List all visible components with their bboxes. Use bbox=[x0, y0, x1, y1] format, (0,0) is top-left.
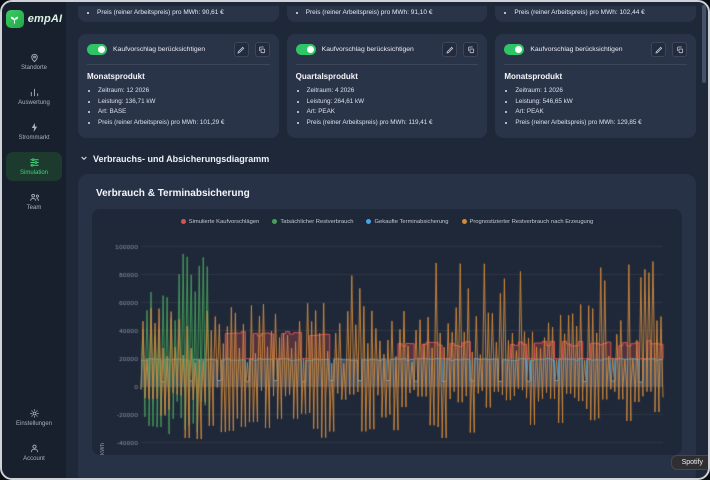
toggle-knob bbox=[307, 46, 314, 53]
sliders-icon bbox=[29, 157, 40, 168]
product-title: Monatsprodukt bbox=[504, 72, 687, 81]
sidebar-item-label: Einstellungen bbox=[16, 421, 52, 427]
product-detail: Preis (reiner Arbeitspreis) pro MWh: 129… bbox=[515, 118, 687, 129]
chart-title: Verbrauch & Terminabsicherung bbox=[96, 188, 682, 199]
chart-panel: Simulierte Kaufvorschlägen Tatsächlicher… bbox=[92, 209, 682, 455]
product-detail: Preis (reiner Arbeitspreis) pro MWh: 119… bbox=[307, 118, 479, 129]
toggle-label: Kaufvorschlag berücksichtigen bbox=[322, 46, 437, 53]
sidebar-item-account[interactable]: Account bbox=[6, 438, 62, 467]
lightning-icon bbox=[29, 122, 40, 133]
plant-icon bbox=[6, 10, 24, 28]
product-detail: Leistung: 546,65 kW bbox=[515, 97, 687, 108]
main-content: Preis (reiner Arbeitspreis) pro MWh: 90,… bbox=[66, 2, 708, 478]
toggle-label: Kaufvorschlag berücksichtigen bbox=[530, 46, 645, 53]
edit-button[interactable] bbox=[442, 42, 457, 57]
product-detail: Zeitraum: 4 2026 bbox=[307, 86, 479, 97]
product-detail: Leistung: 264,61 kW bbox=[307, 97, 479, 108]
sidebar-item-label: Auswertung bbox=[18, 100, 50, 106]
team-icon bbox=[29, 192, 40, 203]
edit-button[interactable] bbox=[651, 42, 666, 57]
bar-chart-icon bbox=[29, 87, 40, 98]
product-title: Monatsprodukt bbox=[87, 72, 270, 81]
legend-dot bbox=[272, 219, 277, 224]
product-detail: Zeitraum: 12 2026 bbox=[98, 86, 270, 97]
proposal-cards: Kaufvorschlag berücksichtigen Monatsprod… bbox=[78, 34, 696, 138]
legend-item[interactable]: Gekaufte Terminabsicherung bbox=[366, 219, 448, 225]
legend-label: Prognostizierter Restverbrauch nach Erze… bbox=[470, 219, 594, 225]
legend-item[interactable]: Prognostizierter Restverbrauch nach Erze… bbox=[462, 219, 594, 225]
section-toggle[interactable]: Verbrauchs- und Absicherungsdiagramm bbox=[80, 154, 694, 164]
price-card: Preis (reiner Arbeitspreis) pro MWh: 102… bbox=[495, 6, 696, 22]
proposal-card: Kaufvorschlag berücksichtigen Monatsprod… bbox=[78, 34, 279, 138]
kaufvorschlag-toggle[interactable] bbox=[296, 44, 316, 55]
sidebar-item-label: Team bbox=[27, 205, 42, 211]
price-line: Preis (reiner Arbeitspreis) pro MWh: 90,… bbox=[97, 9, 271, 16]
sidebar-item-label: Standorte bbox=[21, 65, 47, 71]
person-icon bbox=[29, 443, 40, 454]
sidebar-item-label: Strommarkt bbox=[18, 135, 49, 141]
legend-item[interactable]: Tatsächlicher Restverbrauch bbox=[272, 219, 353, 225]
legend-label: Tatsächlicher Restverbrauch bbox=[280, 219, 353, 225]
chevron-down-icon bbox=[80, 154, 88, 164]
proposal-card: Kaufvorschlag berücksichtigen Monatsprod… bbox=[495, 34, 696, 138]
toggle-knob bbox=[98, 46, 105, 53]
product-title: Quartalsprodukt bbox=[296, 72, 479, 81]
logo-text: empAI bbox=[28, 13, 63, 25]
product-details: Zeitraum: 1 2026 Leistung: 546,65 kW Art… bbox=[504, 86, 687, 129]
kaufvorschlag-toggle[interactable] bbox=[87, 44, 107, 55]
proposal-card: Kaufvorschlag berücksichtigen Quartalspr… bbox=[287, 34, 488, 138]
product-details: Zeitraum: 12 2026 Leistung: 136,71 kW Ar… bbox=[87, 86, 270, 129]
legend-item[interactable]: Simulierte Kaufvorschlägen bbox=[181, 219, 260, 225]
price-line: Preis (reiner Arbeitspreis) pro MWh: 91,… bbox=[306, 9, 480, 16]
sidebar-item-team[interactable]: Team bbox=[6, 187, 62, 216]
app-window: empAI Standorte Auswertung Strommarkt Si… bbox=[0, 0, 710, 480]
top-price-cards: Preis (reiner Arbeitspreis) pro MWh: 90,… bbox=[78, 6, 696, 22]
product-details: Zeitraum: 4 2026 Leistung: 264,61 kW Art… bbox=[296, 86, 479, 129]
product-detail: Leistung: 136,71 kW bbox=[98, 97, 270, 108]
location-pin-icon bbox=[29, 52, 40, 63]
app-logo[interactable]: empAI bbox=[6, 10, 63, 28]
sidebar-bottom: Einstellungen Account bbox=[6, 400, 62, 470]
product-detail: Preis (reiner Arbeitspreis) pro MWh: 101… bbox=[98, 118, 270, 129]
price-card: Preis (reiner Arbeitspreis) pro MWh: 90,… bbox=[78, 6, 279, 22]
spotify-overlay[interactable]: Spotify bbox=[671, 455, 710, 470]
toggle-knob bbox=[515, 46, 522, 53]
product-detail: Art: PEAK bbox=[307, 107, 479, 118]
edit-button[interactable] bbox=[234, 42, 249, 57]
chart-card: Verbrauch & Terminabsicherung Simulierte… bbox=[78, 174, 696, 478]
legend-label: Simulierte Kaufvorschlägen bbox=[189, 219, 260, 225]
product-detail: Art: BASE bbox=[98, 107, 270, 118]
copy-button[interactable] bbox=[463, 42, 478, 57]
copy-button[interactable] bbox=[255, 42, 270, 57]
legend-label: Gekaufte Terminabsicherung bbox=[374, 219, 448, 225]
sidebar-item-standorte[interactable]: Standorte bbox=[6, 47, 62, 76]
price-card: Preis (reiner Arbeitspreis) pro MWh: 91,… bbox=[287, 6, 488, 22]
kaufvorschlag-toggle[interactable] bbox=[504, 44, 524, 55]
sidebar-item-strommarkt[interactable]: Strommarkt bbox=[6, 117, 62, 146]
price-line: Preis (reiner Arbeitspreis) pro MWh: 102… bbox=[514, 9, 688, 16]
legend-dot bbox=[366, 219, 371, 224]
sidebar-item-auswertung[interactable]: Auswertung bbox=[6, 82, 62, 111]
legend-dot bbox=[462, 219, 467, 224]
product-detail: Zeitraum: 1 2026 bbox=[515, 86, 687, 97]
consumption-chart-canvas bbox=[107, 230, 667, 455]
sidebar: empAI Standorte Auswertung Strommarkt Si… bbox=[2, 2, 66, 478]
gear-icon bbox=[29, 408, 40, 419]
sidebar-item-einstellungen[interactable]: Einstellungen bbox=[6, 403, 62, 432]
sidebar-item-simulation[interactable]: Simulation bbox=[6, 152, 62, 181]
legend-dot bbox=[181, 219, 186, 224]
sidebar-item-label: Simulation bbox=[20, 170, 48, 176]
y-axis-label: kWh bbox=[100, 230, 106, 455]
copy-button[interactable] bbox=[672, 42, 687, 57]
sidebar-item-label: Account bbox=[23, 456, 45, 462]
product-detail: Art: PEAK bbox=[515, 107, 687, 118]
toggle-label: Kaufvorschlag berücksichtigen bbox=[113, 46, 228, 53]
chart-legend: Simulierte Kaufvorschlägen Tatsächlicher… bbox=[100, 219, 674, 225]
section-title: Verbrauchs- und Absicherungsdiagramm bbox=[93, 154, 269, 164]
scrollbar-thumb[interactable] bbox=[702, 5, 706, 83]
